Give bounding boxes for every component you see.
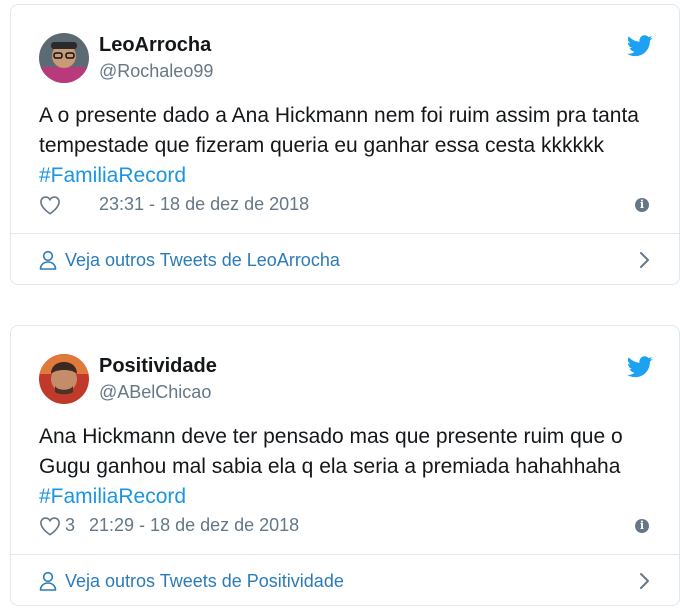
tweet-meta: 23:31 - 18 de dez de 2018	[39, 194, 309, 215]
tweet-body: Ana Hickmann deve ter pensado mas que pr…	[39, 425, 623, 478]
twitter-bird-icon[interactable]	[627, 356, 653, 378]
display-name[interactable]: Positividade	[99, 355, 217, 378]
more-tweets-label[interactable]: Veja outros Tweets de Positividade	[65, 571, 344, 592]
hashtag-link[interactable]: #FamiliaRecord	[39, 485, 186, 508]
handle[interactable]: @ABelChicao	[99, 382, 211, 403]
more-tweets-link[interactable]: Veja outros Tweets de Positividade	[39, 555, 651, 607]
info-icon[interactable]: i	[635, 198, 649, 212]
person-icon	[39, 571, 57, 591]
tweet-card[interactable]: Positividade @ABelChicao Ana Hickmann de…	[10, 325, 680, 606]
chevron-right-icon[interactable]	[639, 251, 651, 269]
tweet-meta: 3 21:29 - 18 de dez de 2018	[39, 515, 299, 536]
hashtag-link[interactable]: #FamiliaRecord	[39, 164, 186, 187]
avatar[interactable]	[39, 354, 89, 404]
display-name[interactable]: LeoArrocha	[99, 34, 211, 57]
timestamp[interactable]: 23:31 - 18 de dez de 2018	[99, 194, 309, 215]
tweet-card[interactable]: LeoArrocha @Rochaleo99 A o presente dado…	[10, 4, 680, 285]
avatar[interactable]	[39, 33, 89, 83]
heart-icon[interactable]	[39, 195, 61, 215]
twitter-bird-icon[interactable]	[627, 35, 653, 57]
info-icon[interactable]: i	[635, 519, 649, 533]
timestamp[interactable]: 21:29 - 18 de dez de 2018	[89, 515, 299, 536]
tweet-text: A o presente dado a Ana Hickmann nem foi…	[39, 101, 649, 191]
person-icon	[39, 250, 57, 270]
like-count: 3	[65, 515, 76, 535]
handle[interactable]: @Rochaleo99	[99, 61, 213, 82]
tweet-text: Ana Hickmann deve ter pensado mas que pr…	[39, 422, 649, 512]
tweet-body: A o presente dado a Ana Hickmann nem foi…	[39, 104, 639, 157]
more-tweets-label[interactable]: Veja outros Tweets de LeoArrocha	[65, 250, 340, 271]
chevron-right-icon[interactable]	[639, 572, 651, 590]
more-tweets-link[interactable]: Veja outros Tweets de LeoArrocha	[39, 234, 651, 286]
heart-icon[interactable]	[39, 516, 61, 536]
